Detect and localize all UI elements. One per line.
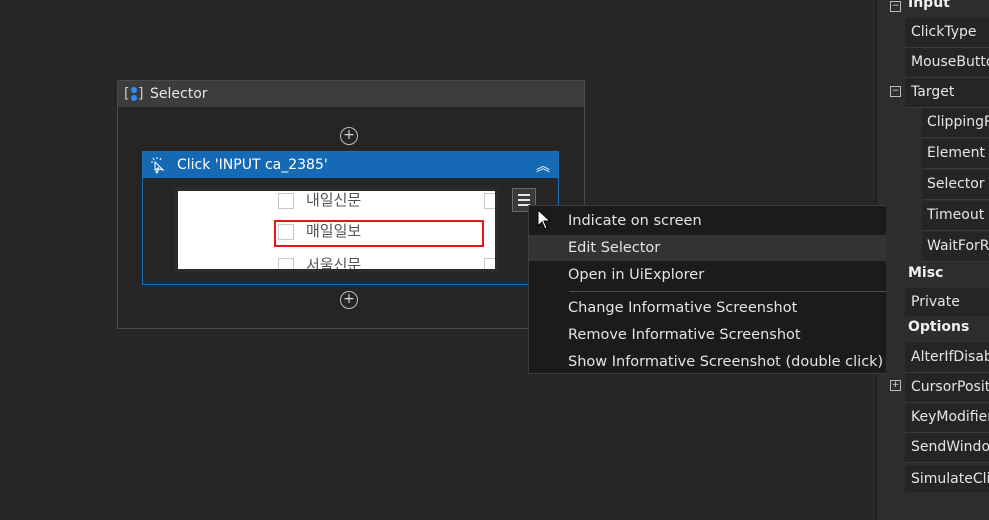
property-clippingregion[interactable]: ClippingR — [886, 108, 989, 138]
property-sendwindowmessages[interactable]: SendWindo — [886, 433, 989, 463]
property-cursorposition[interactable]: + CursorPositi — [886, 373, 989, 403]
screenshot-text: 내일신문 — [306, 191, 362, 209]
expand-icon[interactable]: + — [890, 380, 901, 391]
category-misc[interactable]: Misc — [886, 262, 989, 288]
checkbox-icon — [278, 258, 294, 269]
mouse-cursor-icon — [537, 209, 552, 230]
property-label: ClippingR — [927, 114, 989, 130]
category-options[interactable]: Options — [886, 316, 989, 342]
click-activity-header[interactable]: Click 'INPUT ca_2385' — [143, 152, 558, 178]
collapse-icon[interactable]: ︽ — [536, 156, 550, 176]
add-activity-bottom-icon[interactable]: + — [340, 291, 358, 309]
collapse-icon[interactable]: − — [890, 86, 901, 97]
category-input[interactable]: − Input — [886, 0, 989, 18]
property-label: ClickType — [911, 24, 977, 40]
menu-separator — [569, 291, 905, 292]
property-keymodifiers[interactable]: KeyModifier — [886, 403, 989, 433]
property-waitforready[interactable]: WaitForR — [886, 232, 989, 262]
property-element[interactable]: Element — [886, 139, 989, 169]
properties-panel-footer — [886, 492, 989, 520]
property-simulateclick[interactable]: SimulateClic — [886, 465, 989, 495]
selector-icon: [ ] — [124, 86, 144, 102]
sequence-header[interactable]: [ ] Selector — [118, 81, 584, 107]
category-label: Input — [908, 0, 950, 11]
checkbox-icon — [484, 193, 495, 209]
click-icon — [151, 157, 165, 174]
add-activity-top-icon[interactable]: + — [340, 127, 358, 145]
click-activity-title: Click 'INPUT ca_2385' — [177, 157, 328, 173]
property-label: WaitForR — [927, 238, 989, 254]
property-clicktype[interactable]: ClickType — [886, 18, 989, 48]
informative-screenshot[interactable]: 내일신문 매일일보 서울신문 — [174, 187, 499, 273]
checkbox-icon — [278, 193, 294, 209]
property-target[interactable]: − Target — [886, 78, 989, 108]
checkbox-icon — [484, 258, 495, 269]
screenshot-row: 내일신문 — [178, 191, 495, 213]
screenshot-row: 서울신문 — [178, 251, 495, 273]
target-highlight-box — [274, 220, 484, 247]
sequence-title: Selector — [150, 86, 208, 102]
menu-item-change-screenshot[interactable]: Change Informative Screenshot — [529, 295, 907, 321]
property-private[interactable]: Private — [886, 288, 989, 318]
property-label: MouseButto — [911, 54, 989, 70]
property-label: AlterIfDisab — [911, 349, 989, 365]
menu-item-indicate-on-screen[interactable]: Indicate on screen — [529, 208, 907, 234]
menu-item-open-in-uiexplorer[interactable]: Open in UiExplorer — [529, 262, 907, 288]
category-label: Misc — [908, 265, 944, 281]
property-label: Element — [927, 145, 985, 161]
collapse-icon[interactable]: − — [890, 1, 901, 12]
menu-item-edit-selector[interactable]: Edit Selector — [529, 235, 907, 261]
category-label: Options — [908, 319, 970, 335]
property-label: Timeout — [927, 207, 985, 223]
screenshot-text: 서울신문 — [306, 256, 362, 273]
menu-item-show-screenshot[interactable]: Show Informative Screenshot (double clic… — [529, 349, 907, 375]
context-menu: Indicate on screen Edit Selector Open in… — [528, 205, 908, 374]
properties-panel: − Input ClickType MouseButto − Target Cl… — [886, 0, 989, 520]
property-label: Selector — [927, 176, 985, 192]
property-label: KeyModifier — [911, 409, 989, 425]
property-label: CursorPositi — [911, 379, 989, 395]
menu-item-remove-screenshot[interactable]: Remove Informative Screenshot — [529, 322, 907, 348]
property-label: SendWindo — [911, 439, 989, 455]
property-alterifdisabled[interactable]: AlterIfDisab — [886, 343, 989, 373]
property-label: Private — [911, 294, 960, 310]
property-selector[interactable]: Selector — [886, 170, 989, 200]
property-label: SimulateClic — [911, 471, 989, 487]
property-mousebutton[interactable]: MouseButto — [886, 48, 989, 78]
property-timeout[interactable]: Timeout — [886, 201, 989, 231]
property-label: Target — [911, 84, 955, 100]
